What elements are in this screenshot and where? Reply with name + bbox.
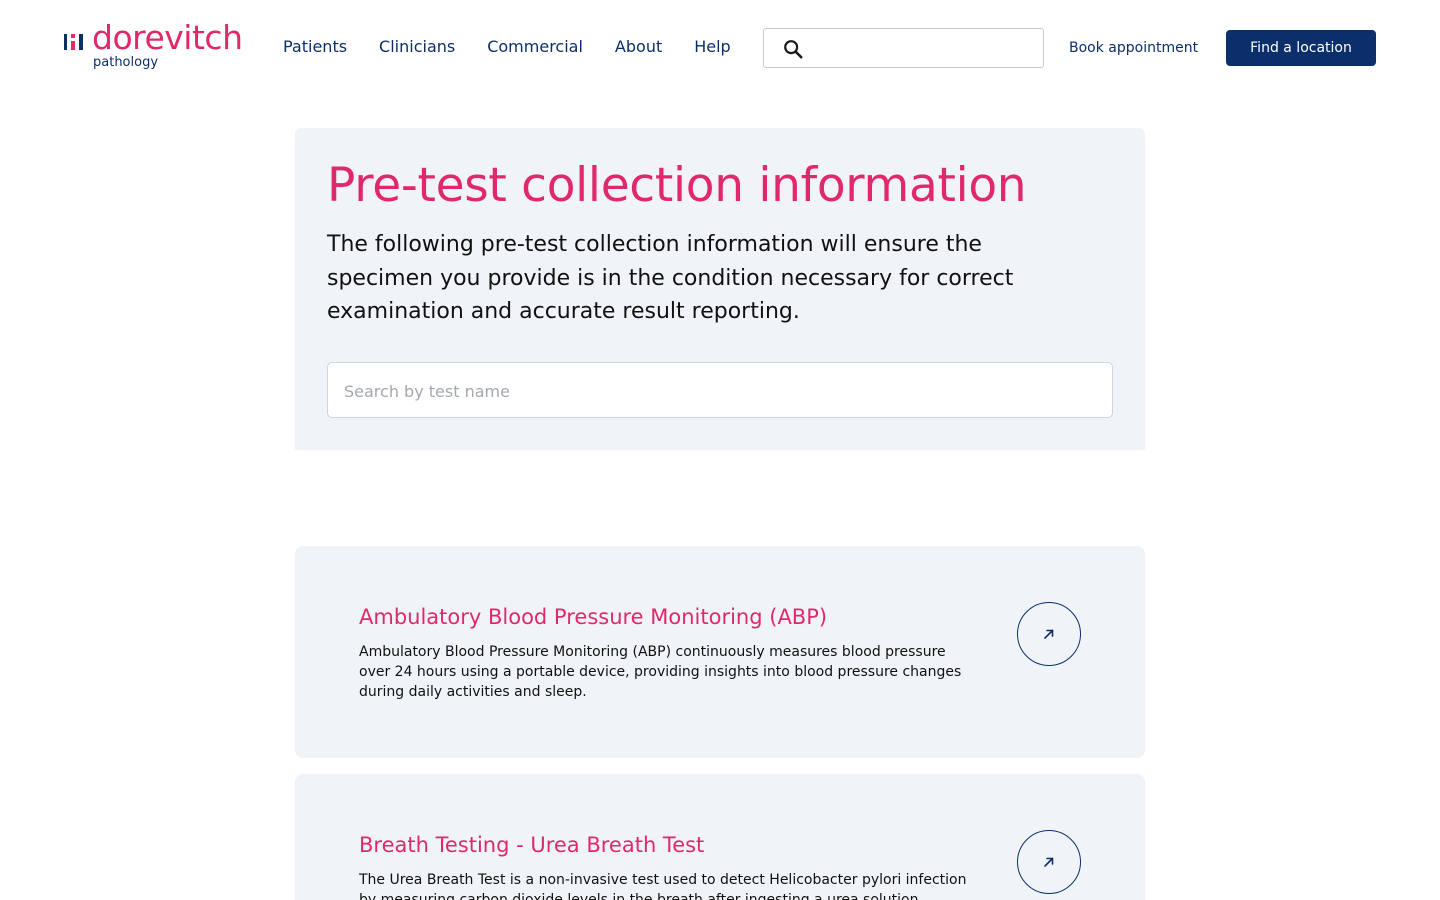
nav-item-patients[interactable]: Patients <box>283 36 347 58</box>
search-icon[interactable] <box>782 38 804 60</box>
nav-item-clinicians[interactable]: Clinicians <box>379 36 455 58</box>
logo[interactable]: dorevitch pathology <box>64 18 244 74</box>
test-search-input[interactable] <box>344 377 1084 405</box>
logo-mark-icon <box>64 32 86 52</box>
hero-panel: Pre-test collection information The foll… <box>295 128 1145 450</box>
test-card-title[interactable]: Breath Testing - Urea Breath Test <box>359 831 704 859</box>
book-appointment-link[interactable]: Book appointment <box>1069 38 1198 58</box>
test-card-link-button[interactable] <box>1017 830 1081 894</box>
find-location-button[interactable]: Find a location <box>1226 30 1376 66</box>
nav-item-help[interactable]: Help <box>694 36 730 58</box>
test-card-description: Ambulatory Blood Pressure Monitoring (AB… <box>359 644 962 700</box>
test-card-title[interactable]: Ambulatory Blood Pressure Monitoring (AB… <box>359 603 827 631</box>
page-title: Pre-test collection information <box>327 158 1027 213</box>
logo-subtitle: pathology <box>93 55 159 70</box>
test-search <box>327 362 1113 418</box>
test-card-description: The Urea Breath Test is a non-invasive t… <box>359 872 967 900</box>
header-search <box>763 28 1044 68</box>
arrow-up-right-icon <box>1044 857 1054 867</box>
test-card[interactable]: Ambulatory Blood Pressure Monitoring (AB… <box>295 546 1145 758</box>
test-card[interactable]: Breath Testing - Urea Breath Test The Ur… <box>295 774 1145 900</box>
main-nav: Patients Clinicians Commercial About Hel… <box>283 36 763 58</box>
arrow-up-right-icon <box>1044 629 1054 639</box>
page-intro: The following pre-test collection inform… <box>327 232 1014 324</box>
nav-item-about[interactable]: About <box>615 36 662 58</box>
header-search-input[interactable] <box>814 35 1034 61</box>
nav-item-commercial[interactable]: Commercial <box>487 36 583 58</box>
site-header: dorevitch pathology Patients Clinicians … <box>0 0 1440 96</box>
logo-wordmark: dorevitch <box>92 18 243 57</box>
test-card-link-button[interactable] <box>1017 602 1081 666</box>
